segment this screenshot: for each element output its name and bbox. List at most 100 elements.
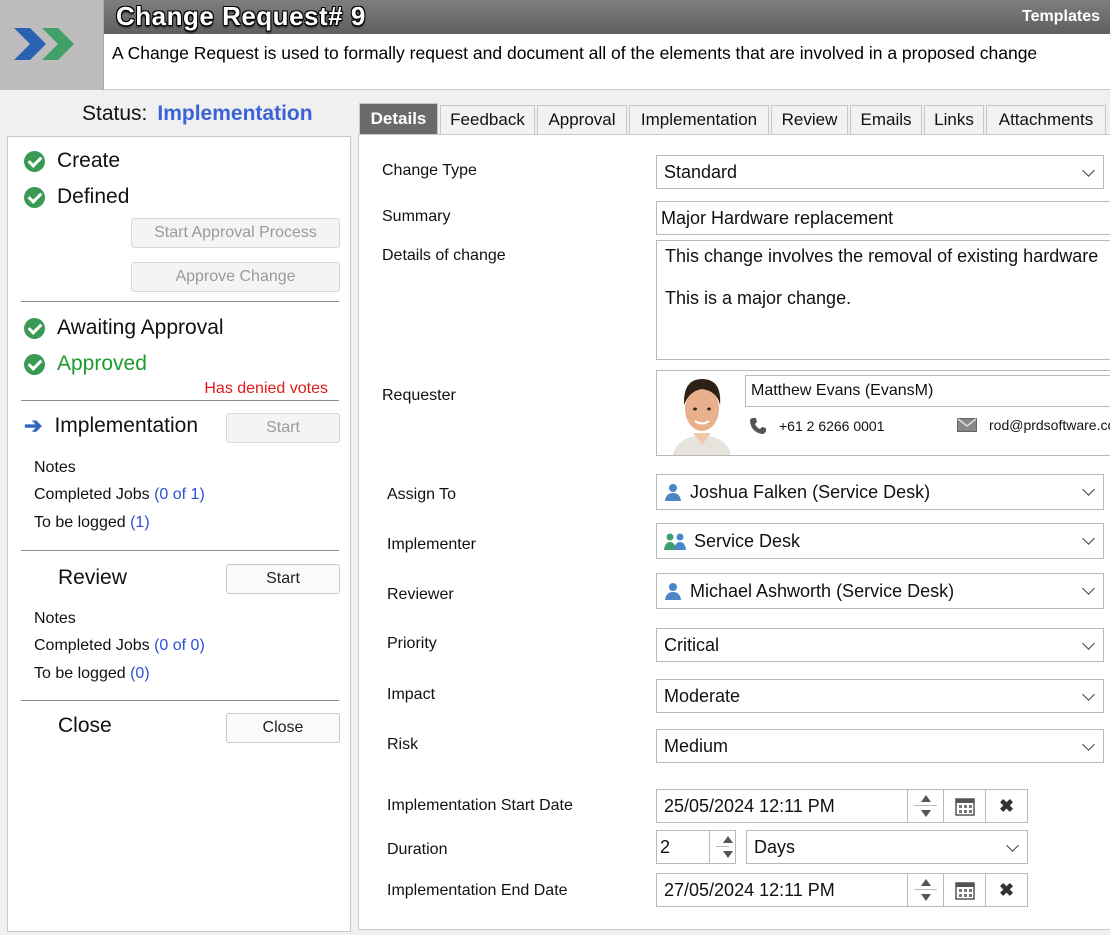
chevron-down-icon <box>1082 688 1095 701</box>
group-icon <box>664 532 686 550</box>
impact-value: Moderate <box>664 685 741 706</box>
details-label: Details of change <box>382 247 506 264</box>
tab-review[interactable]: Review <box>771 105 848 134</box>
reviewer-dropdown[interactable]: Michael Ashworth (Service Desk) <box>656 573 1104 609</box>
check-circle-icon <box>24 186 45 208</box>
stage-defined: Defined <box>24 185 129 209</box>
start-approval-process-button[interactable]: Start Approval Process <box>131 218 340 248</box>
divider <box>21 400 339 401</box>
tab-feedback[interactable]: Feedback <box>440 105 535 134</box>
date-spinner[interactable] <box>907 790 943 822</box>
status-label: Status: <box>82 102 148 125</box>
chevron-down-icon <box>1082 483 1095 496</box>
review-notes-link[interactable]: Notes <box>34 610 76 628</box>
duration-label: Duration <box>387 841 448 858</box>
risk-value: Medium <box>664 735 729 756</box>
calendar-icon[interactable] <box>943 874 985 906</box>
review-tobelogged-count[interactable]: (0) <box>130 665 150 682</box>
clear-icon[interactable]: ✖ <box>985 790 1027 822</box>
requester-phone-value: +61 2 6266 0001 <box>779 418 885 434</box>
requester-email-value[interactable]: rod@prdsoftware.com <box>989 417 1110 433</box>
chevron-down-icon <box>1082 532 1095 545</box>
close-button[interactable]: Close <box>226 713 340 743</box>
tab-implementation[interactable]: Implementation <box>629 105 769 134</box>
chevron-down-icon <box>1006 839 1019 852</box>
review-completed-jobs: Completed Jobs (0 of 0) <box>34 637 205 655</box>
denied-votes-warning: Has denied votes <box>204 380 328 397</box>
review-start-button[interactable]: Start <box>226 564 340 594</box>
stage-review: Review <box>58 566 127 590</box>
chevron-down-icon <box>1082 582 1095 595</box>
app-logo <box>0 0 104 90</box>
requester-card: Matthew Evans (EvansM) +61 2 6266 0001 r… <box>656 370 1110 456</box>
phone-icon <box>750 418 766 434</box>
impl-end-date-picker[interactable]: 27/05/2024 12:11 PM ✖ <box>656 873 1028 907</box>
review-completed-label: Completed Jobs <box>34 637 150 654</box>
reviewer-value: Michael Ashworth (Service Desk) <box>690 580 955 601</box>
summary-label: Summary <box>382 208 451 225</box>
impl-completed-jobs: Completed Jobs (0 of 1) <box>34 486 205 504</box>
review-completed-count[interactable]: (0 of 0) <box>154 637 205 654</box>
tab-emails[interactable]: Emails <box>850 105 922 134</box>
duration-unit-value: Days <box>754 836 796 857</box>
impl-tobelogged-count[interactable]: (1) <box>130 514 150 531</box>
priority-dropdown[interactable]: Critical <box>656 628 1104 662</box>
risk-dropdown[interactable]: Medium <box>656 729 1104 763</box>
envelope-icon <box>957 418 977 432</box>
details-textarea[interactable]: This change involves the removal of exis… <box>656 240 1110 360</box>
impl-end-label: Implementation End Date <box>387 882 568 899</box>
change-type-dropdown[interactable]: Standard <box>656 155 1104 189</box>
requester-name-field[interactable]: Matthew Evans (EvansM) <box>745 375 1110 407</box>
status-line: Status: Implementation <box>82 102 313 126</box>
header: Change Request# 9 Templates A Change Req… <box>0 0 1110 90</box>
check-circle-icon <box>24 150 45 172</box>
impl-start-value: 25/05/2024 12:11 PM <box>664 796 835 816</box>
chevrons-icon <box>14 28 74 60</box>
impl-to-be-logged: To be logged (1) <box>34 514 150 532</box>
check-circle-icon <box>24 353 45 375</box>
stage-close: Close <box>58 714 112 738</box>
summary-value: Major Hardware replacement <box>661 207 894 228</box>
date-spinner[interactable] <box>907 874 943 906</box>
assign-to-dropdown[interactable]: Joshua Falken (Service Desk) <box>656 474 1104 510</box>
impl-completed-label: Completed Jobs <box>34 486 150 503</box>
review-to-be-logged: To be logged (0) <box>34 665 150 683</box>
impl-start-date-picker[interactable]: 25/05/2024 12:11 PM ✖ <box>656 789 1028 823</box>
tab-attachments[interactable]: Attachments <box>986 105 1106 134</box>
clear-icon[interactable]: ✖ <box>985 874 1027 906</box>
tab-details[interactable]: Details <box>359 103 438 134</box>
chevron-down-icon <box>1082 637 1095 650</box>
requester-phone: +61 2 6266 0001 <box>749 417 885 435</box>
impl-completed-count[interactable]: (0 of 1) <box>154 486 205 503</box>
duration-spinner[interactable] <box>709 831 735 863</box>
stage-create-label: Create <box>57 149 121 172</box>
change-request-window: Change Request# 9 Templates A Change Req… <box>0 0 1110 935</box>
impl-end-value: 27/05/2024 12:11 PM <box>664 880 835 900</box>
approve-change-button[interactable]: Approve Change <box>131 262 340 292</box>
change-type-label: Change Type <box>382 162 477 179</box>
reviewer-label: Reviewer <box>387 586 454 603</box>
templates-link[interactable]: Templates <box>1022 8 1100 26</box>
tab-links[interactable]: Links <box>924 105 984 134</box>
assign-to-label: Assign To <box>387 486 457 503</box>
workflow-panel: Create Defined Start Approval Process Ap… <box>7 136 351 932</box>
divider <box>21 700 339 701</box>
duration-unit-dropdown[interactable]: Days <box>746 830 1028 864</box>
calendar-icon[interactable] <box>943 790 985 822</box>
change-type-value: Standard <box>664 161 738 182</box>
duration-stepper[interactable]: 2 <box>656 830 736 864</box>
chevron-down-icon <box>1082 738 1095 751</box>
impl-start-label: Implementation Start Date <box>387 797 573 814</box>
summary-input[interactable]: Major Hardware replacement <box>656 201 1110 235</box>
duration-value: 2 <box>660 836 671 857</box>
impl-notes-link[interactable]: Notes <box>34 459 76 477</box>
stage-implementation: ➔ Implementation <box>24 413 198 439</box>
requester-label: Requester <box>382 387 456 404</box>
user-icon <box>664 483 682 501</box>
impl-tobelogged-label: To be logged <box>34 514 126 531</box>
implementation-start-button[interactable]: Start <box>226 413 340 443</box>
implementer-dropdown[interactable]: Service Desk <box>656 523 1104 559</box>
tab-approval[interactable]: Approval <box>537 105 627 134</box>
impact-dropdown[interactable]: Moderate <box>656 679 1104 713</box>
stage-defined-label: Defined <box>57 185 130 208</box>
